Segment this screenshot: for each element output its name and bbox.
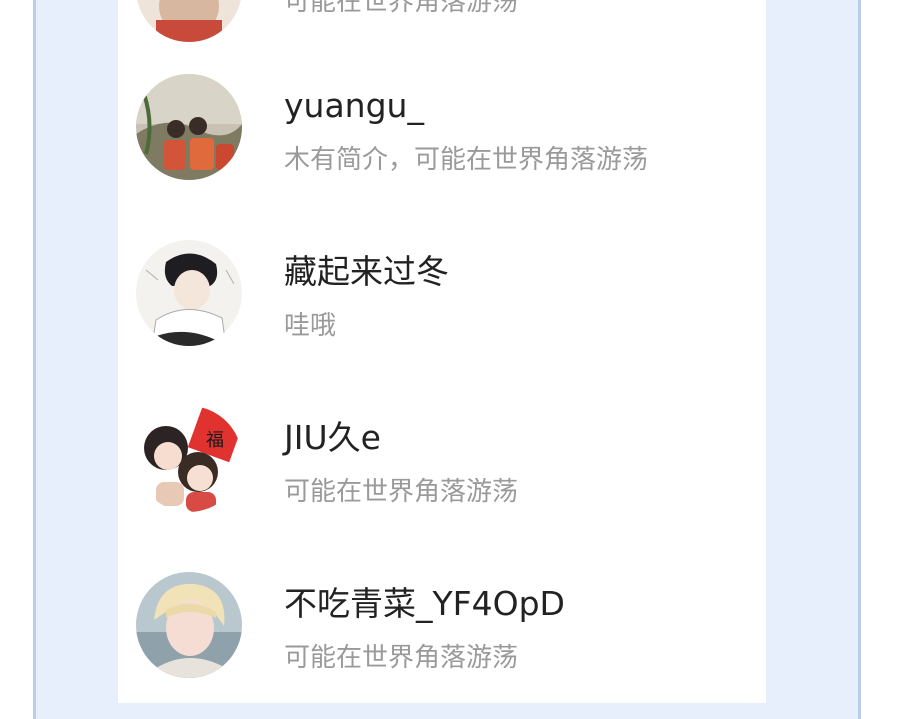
list-item[interactable]: 福 JIU久e 可能在世界角落游荡	[118, 402, 766, 542]
avatar-icon-illustrated-boy	[136, 240, 242, 346]
follower-name[interactable]: yuangu_	[284, 86, 424, 126]
svg-text:福: 福	[206, 430, 224, 451]
follower-name[interactable]: 藏起来过冬	[284, 252, 449, 292]
avatar[interactable]	[136, 572, 242, 678]
follower-list[interactable]: 可能在世界角落游荡 yuangu_ 木有简介，可能在世界角落游荡 藏起来过冬 哇…	[118, 0, 766, 703]
follower-bio: 可能在世界角落游荡	[284, 477, 519, 507]
avatar-icon-cartoon-chibi: 福	[136, 406, 242, 512]
follower-bio: 木有简介，可能在世界角落游荡	[284, 145, 649, 175]
follower-name[interactable]: JIU久e	[284, 418, 381, 458]
follower-bio: 哇哦	[284, 311, 337, 341]
avatar-icon-blond-person	[136, 572, 242, 678]
avatar-icon-partial	[136, 0, 242, 42]
list-item[interactable]: 藏起来过冬 哇哦	[118, 236, 766, 376]
list-item[interactable]: 不吃青菜_YF4OpD 可能在世界角落游荡	[118, 568, 766, 708]
avatar[interactable]	[136, 0, 242, 42]
avatar-icon-outdoor-group	[136, 74, 242, 180]
avatar[interactable]	[136, 240, 242, 346]
follower-bio: 可能在世界角落游荡	[284, 643, 519, 673]
list-item[interactable]: yuangu_ 木有简介，可能在世界角落游荡	[118, 70, 766, 210]
follower-bio: 可能在世界角落游荡	[284, 0, 519, 17]
avatar[interactable]	[136, 74, 242, 180]
avatar[interactable]: 福	[136, 406, 242, 512]
follower-name[interactable]: 不吃青菜_YF4OpD	[284, 584, 565, 624]
